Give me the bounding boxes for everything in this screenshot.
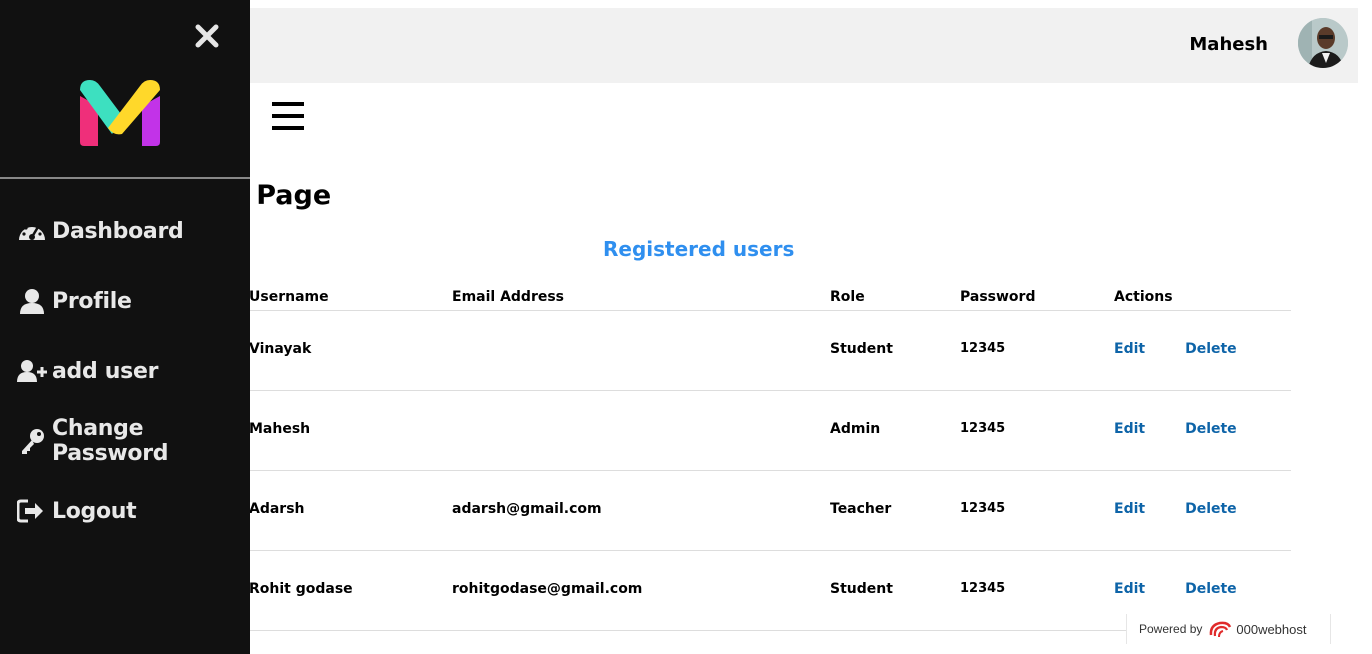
- cell-password: 12345: [960, 390, 1114, 471]
- sidebar-item-logout[interactable]: Logout: [0, 476, 250, 546]
- webhost-logo-icon: [1208, 619, 1232, 639]
- brand-logo-icon: [78, 76, 162, 148]
- cell-role: Student: [830, 310, 960, 391]
- user-avatar[interactable]: [1298, 18, 1348, 68]
- table-row: Mahesh Admin 12345 Edit Delete: [150, 390, 1291, 471]
- table-title: Registered users: [603, 237, 795, 261]
- sidebar: Dashboard Profile add user Change Passwo…: [0, 0, 250, 654]
- table-row: Vinayak Student 12345 Edit Delete: [150, 310, 1291, 391]
- sidebar-item-profile[interactable]: Profile: [0, 266, 250, 336]
- delete-link[interactable]: Delete: [1185, 341, 1237, 357]
- sidebar-item-label: Profile: [52, 288, 132, 314]
- sidebar-item-label: add user: [52, 358, 159, 384]
- sidebar-divider: [0, 177, 250, 179]
- sidebar-item-change-password[interactable]: Change Password: [0, 406, 250, 476]
- cell-email: [452, 390, 830, 471]
- edit-link[interactable]: Edit: [1114, 421, 1145, 437]
- key-icon: [17, 428, 47, 454]
- cell-actions: Edit Delete: [1114, 310, 1291, 391]
- cell-role: Admin: [830, 390, 960, 471]
- cell-password: 12345: [960, 550, 1114, 631]
- sidebar-item-add-user[interactable]: add user: [0, 336, 250, 406]
- hamburger-menu-icon[interactable]: [272, 102, 304, 130]
- users-table: Username Email Address Role Password Act…: [150, 283, 1291, 631]
- table-row: Rohit godase rohitgodase@gmail.com Stude…: [150, 550, 1291, 631]
- user-icon: [17, 288, 47, 314]
- table-header-row: Username Email Address Role Password Act…: [150, 283, 1291, 311]
- column-header-password: Password: [960, 283, 1114, 311]
- cell-actions: Edit Delete: [1114, 470, 1291, 551]
- cell-email: rohitgodase@gmail.com: [452, 550, 830, 631]
- column-header-email: Email Address: [452, 283, 830, 311]
- powered-by-text: Powered by: [1139, 622, 1203, 636]
- sidebar-item-label: Change Password: [52, 416, 169, 466]
- dashboard-gauge-icon: [17, 218, 47, 244]
- cell-email: [452, 310, 830, 391]
- cell-role: Teacher: [830, 470, 960, 551]
- sidebar-item-label: Logout: [52, 498, 137, 524]
- sidebar-nav: Dashboard Profile add user Change Passwo…: [0, 196, 250, 546]
- delete-link[interactable]: Delete: [1185, 421, 1237, 437]
- sidebar-item-dashboard[interactable]: Dashboard: [0, 196, 250, 266]
- edit-link[interactable]: Edit: [1114, 581, 1145, 597]
- webhost-name: 000webhost: [1236, 621, 1307, 637]
- cell-role: Student: [830, 550, 960, 631]
- column-header-actions: Actions: [1114, 283, 1291, 311]
- header-user-name: Mahesh: [1189, 34, 1268, 55]
- cell-password: 12345: [960, 310, 1114, 391]
- powered-by-badge[interactable]: Powered by 000webhost: [1126, 614, 1331, 644]
- cell-email: adarsh@gmail.com: [452, 470, 830, 551]
- delete-link[interactable]: Delete: [1185, 501, 1237, 517]
- close-icon[interactable]: [193, 22, 221, 50]
- delete-link[interactable]: Delete: [1185, 581, 1237, 597]
- edit-link[interactable]: Edit: [1114, 501, 1145, 517]
- user-plus-icon: [17, 358, 47, 384]
- cell-password: 12345: [960, 470, 1114, 551]
- sidebar-item-label: Dashboard: [52, 218, 184, 244]
- column-header-role: Role: [830, 283, 960, 311]
- table-row: Adarsh adarsh@gmail.com Teacher 12345 Ed…: [150, 470, 1291, 551]
- edit-link[interactable]: Edit: [1114, 341, 1145, 357]
- sign-out-icon: [16, 498, 47, 524]
- cell-actions: Edit Delete: [1114, 390, 1291, 471]
